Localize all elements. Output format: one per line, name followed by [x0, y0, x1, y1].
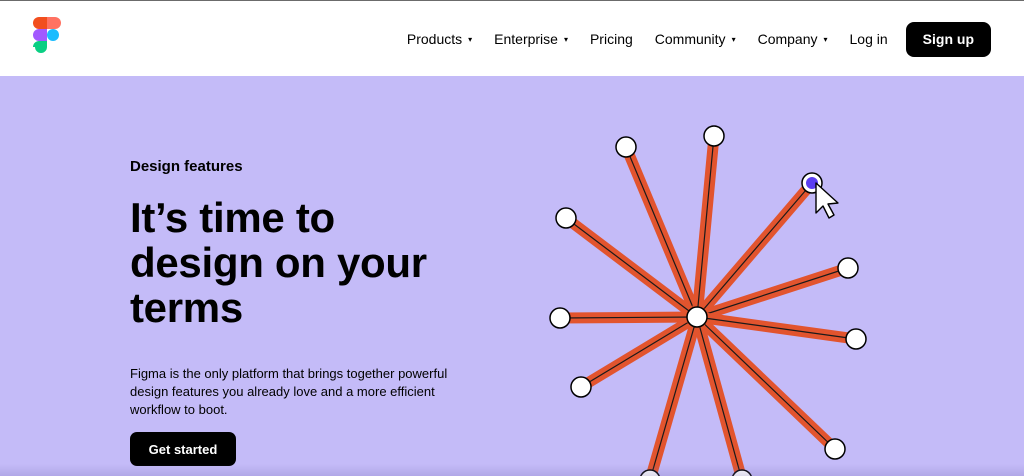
vector-handle[interactable]	[845, 328, 867, 350]
signup-button[interactable]: Sign up	[905, 21, 991, 57]
login-link[interactable]: Log in	[850, 31, 888, 47]
vector-path-line	[696, 135, 715, 318]
vector-handle[interactable]	[824, 438, 846, 460]
chevron-down-icon: ▾	[468, 34, 473, 44]
nav-enterprise[interactable]: Enterprise ▾	[494, 31, 568, 47]
cursor-arrow-icon	[815, 182, 839, 219]
login-label: Log in	[849, 31, 888, 47]
vector-spokes-illustration	[549, 125, 867, 476]
hero-eyebrow: Design features	[130, 158, 243, 175]
vector-handle[interactable]	[703, 125, 725, 147]
nav-company-label: Company	[757, 31, 818, 47]
nav-products[interactable]: Products ▾	[407, 31, 472, 47]
vector-handle[interactable]	[615, 136, 637, 158]
hero-text: Design features It’s time to design on y…	[130, 158, 470, 419]
nav-pricing-label: Pricing	[589, 31, 633, 47]
vector-handle[interactable]	[555, 207, 577, 229]
nav-pricing[interactable]: Pricing	[590, 31, 633, 47]
chevron-down-icon: ▾	[563, 34, 568, 44]
nav-community-label: Community	[654, 31, 726, 47]
nav-enterprise-label: Enterprise	[494, 31, 558, 47]
nav-company[interactable]: Company ▾	[758, 31, 828, 47]
chevron-down-icon: ▾	[731, 34, 736, 44]
center-handle[interactable]	[686, 306, 708, 328]
nav-community[interactable]: Community ▾	[655, 31, 736, 47]
chevron-down-icon: ▾	[823, 34, 828, 44]
hero-illustration	[520, 110, 900, 476]
hero-description: Figma is the only platform that brings t…	[130, 366, 448, 417]
vector-handle[interactable]	[549, 307, 571, 329]
get-started-button[interactable]: Get started	[130, 432, 236, 466]
section-shadow	[0, 464, 1024, 476]
nav-links: Products ▾ Enterprise ▾ Pricing Communit…	[407, 21, 991, 57]
hero-headline: It’s time to design on your terms	[130, 194, 427, 331]
figma-logo-icon[interactable]	[31, 17, 63, 61]
vector-handle[interactable]	[570, 376, 592, 398]
top-nav: Products ▾ Enterprise ▾ Pricing Communit…	[0, 0, 1024, 76]
vector-handle[interactable]	[837, 257, 859, 279]
nav-products-label: Products	[406, 31, 463, 47]
